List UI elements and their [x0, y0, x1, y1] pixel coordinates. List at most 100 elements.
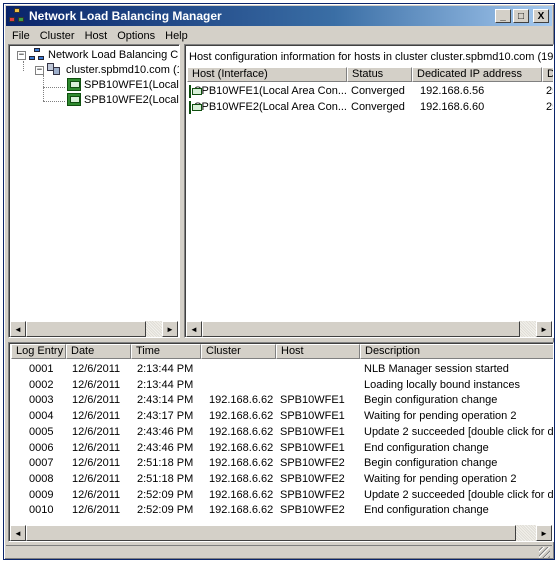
host-row[interactable]: SPB10WFE1(Local Area Con... Converged 19… — [187, 83, 553, 99]
scroll-thumb[interactable] — [26, 321, 146, 337]
collapse-icon[interactable]: − — [17, 50, 26, 60]
column-header-log-entry[interactable]: Log Entry — [11, 344, 66, 359]
log-time-cell: 2:51:18 PM — [137, 472, 194, 485]
log-date-cell: 12/6/2011 — [72, 394, 121, 407]
log-pane: Log Entry Date Time Cluster Host Descrip… — [8, 342, 554, 542]
log-date-cell: 12/6/2011 — [72, 378, 121, 391]
host-configuration-pane: Host configuration information for hosts… — [184, 44, 554, 338]
maximize-button[interactable]: □ — [513, 9, 529, 23]
nlb-manager-window: Network Load Balancing Manager _ □ X Fil… — [3, 3, 555, 560]
log-host-cell: SPB10WFE2 — [280, 504, 345, 517]
scroll-left-icon[interactable]: ◄ — [10, 525, 26, 541]
host-name: SPB10WFE2(Local Area Con... — [194, 101, 347, 113]
log-description-cell: End configuration change — [364, 504, 489, 517]
tree-horizontal-scrollbar[interactable]: ◄ ► — [10, 321, 178, 337]
scroll-left-icon[interactable]: ◄ — [10, 321, 26, 337]
cluster-tree-pane[interactable]: − Network Load Balancing Clus − cluster.… — [8, 44, 180, 338]
log-host-cell: SPB10WFE1 — [280, 425, 345, 438]
column-header-description[interactable]: Description — [360, 344, 553, 359]
host-icon — [189, 100, 203, 114]
menu-bar: File Cluster Host Options Help — [6, 27, 552, 45]
column-header-cluster[interactable]: Cluster — [201, 344, 276, 359]
minimize-button[interactable]: _ — [495, 9, 511, 23]
scroll-thumb[interactable] — [202, 321, 520, 337]
tree-host-node[interactable]: SPB10WFE2(Local Ar — [67, 93, 179, 106]
column-header-dedicated-ip[interactable]: Dedicated IP address — [412, 67, 542, 82]
column-header-time[interactable]: Time — [131, 344, 201, 359]
log-row[interactable]: 0008 12/6/2011 2:51:18 PM 192.168.6.62 SPB10… — [11, 471, 553, 487]
host-status: Converged — [351, 85, 405, 97]
host-icon — [189, 84, 203, 98]
column-header-host[interactable]: Host (Interface) — [187, 67, 347, 82]
resize-grip-icon[interactable] — [539, 547, 550, 558]
nlb-app-icon — [9, 8, 25, 24]
scroll-thumb[interactable] — [26, 525, 516, 541]
log-date-cell: 12/6/2011 — [72, 410, 121, 423]
menu-file[interactable]: File — [6, 30, 34, 42]
scroll-track[interactable] — [202, 321, 536, 337]
host-icon — [67, 93, 81, 106]
log-date-cell: 12/6/2011 — [72, 457, 121, 470]
log-cluster-cell: 192.168.6.62 — [209, 394, 274, 407]
tree-cluster-node[interactable]: − cluster.spbmd10.com (19 — [35, 63, 180, 77]
log-cluster-cell: 192.168.6.62 — [209, 472, 274, 485]
log-entry-cell: 0002 — [29, 378, 54, 391]
log-horizontal-scrollbar[interactable]: ◄ ► — [10, 525, 552, 541]
host-cell: SPB10WFE1(Local Area Con... — [187, 84, 347, 98]
log-entry-cell: 0004 — [29, 410, 54, 423]
scroll-right-icon[interactable]: ► — [162, 321, 178, 337]
host-row[interactable]: SPB10WFE2(Local Area Con... Converged 19… — [187, 99, 553, 115]
network-icon — [29, 48, 45, 62]
log-row[interactable]: 0009 12/6/2011 2:52:09 PM 192.168.6.62 SPB10… — [11, 487, 553, 503]
scroll-right-icon[interactable]: ► — [536, 321, 552, 337]
log-host-cell: SPB10WFE1 — [280, 394, 345, 407]
title-bar[interactable]: Network Load Balancing Manager _ □ X — [6, 6, 552, 26]
log-date-cell: 12/6/2011 — [72, 441, 121, 454]
tree-root-node[interactable]: − Network Load Balancing Clus — [17, 48, 180, 62]
scroll-track[interactable] — [26, 321, 162, 337]
log-row[interactable]: 0007 12/6/2011 2:51:18 PM 192.168.6.62 SPB10… — [11, 455, 553, 471]
hosts-horizontal-scrollbar[interactable]: ◄ ► — [186, 321, 552, 337]
log-description-cell: NLB Manager session started — [364, 363, 509, 375]
log-time-cell: 2:43:17 PM — [137, 410, 194, 423]
hosts-column-headers: Host (Interface) Status Dedicated IP add… — [187, 67, 553, 82]
scroll-track[interactable] — [26, 525, 536, 541]
log-host-cell: SPB10WFE1 — [280, 410, 345, 423]
log-row[interactable]: 0002 12/6/2011 2:13:44 PM Loading locally b… — [11, 377, 553, 393]
log-date-cell: 12/6/2011 — [72, 425, 121, 438]
tree-cluster-label: cluster.spbmd10.com (19 — [66, 64, 180, 76]
log-description-cell: Update 2 succeeded [double click for det… — [364, 425, 554, 438]
log-description-cell: End configuration change — [364, 441, 489, 454]
log-row[interactable]: 0004 12/6/2011 2:43:17 PM 192.168.6.62 SPB10… — [11, 408, 553, 424]
log-row[interactable]: 0010 12/6/2011 2:52:09 PM 192.168.6.62 SPB10… — [11, 502, 553, 518]
tree-connector — [23, 61, 24, 71]
log-time-cell: 2:13:44 PM — [137, 378, 194, 391]
menu-host[interactable]: Host — [79, 30, 112, 42]
menu-options[interactable]: Options — [111, 30, 159, 42]
tree-host-label: SPB10WFE2(Local Ar — [84, 93, 179, 106]
log-row[interactable]: 0005 12/6/2011 2:43:46 PM 192.168.6.62 SPB10… — [11, 424, 554, 440]
log-description-cell: Waiting for pending operation 2 — [364, 410, 517, 423]
column-header-status[interactable]: Status — [347, 67, 412, 82]
log-description-cell: Waiting for pending operation 2 — [364, 472, 517, 485]
scroll-left-icon[interactable]: ◄ — [186, 321, 202, 337]
scroll-right-icon[interactable]: ► — [536, 525, 552, 541]
log-row[interactable]: 0001 12/6/2011 2:13:44 PM NLB Manager sessi… — [11, 361, 553, 377]
host-dedicated-ip: 192.168.6.56 — [420, 85, 485, 97]
column-header-host[interactable]: Host — [276, 344, 360, 359]
close-button[interactable]: X — [533, 9, 549, 23]
tree-root-label: Network Load Balancing Clus — [48, 49, 180, 61]
host-name: SPB10WFE1(Local Area Con... — [194, 85, 347, 97]
log-row[interactable]: 0003 12/6/2011 2:43:14 PM 192.168.6.62 SPB10… — [11, 392, 553, 408]
log-cluster-cell: 192.168.6.62 — [209, 441, 274, 454]
column-header-date[interactable]: Date — [66, 344, 131, 359]
log-row[interactable]: 0006 12/6/2011 2:43:46 PM 192.168.6.62 SPB10… — [11, 440, 553, 456]
column-header-extra[interactable]: D — [542, 67, 553, 82]
menu-cluster[interactable]: Cluster — [34, 30, 79, 42]
host-config-header: Host configuration information for hosts… — [189, 51, 554, 63]
log-cluster-cell: 192.168.6.62 — [209, 457, 274, 470]
collapse-icon[interactable]: − — [35, 65, 44, 75]
tree-host-node[interactable]: SPB10WFE1(Local Ar — [67, 78, 179, 91]
log-entry-cell: 0006 — [29, 441, 54, 454]
menu-help[interactable]: Help — [159, 30, 192, 42]
